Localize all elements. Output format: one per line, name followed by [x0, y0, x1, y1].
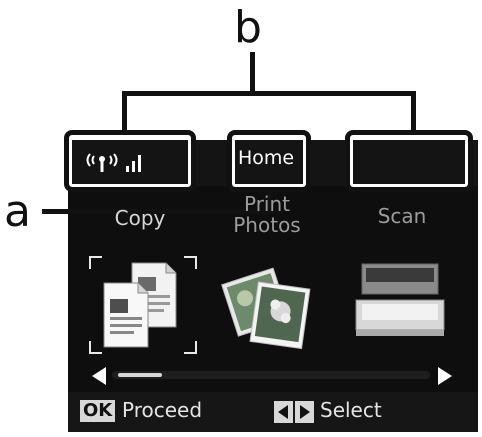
ok-button-badge[interactable]: OK: [80, 400, 116, 422]
select-label: Select: [320, 398, 382, 422]
callout-b-label: b: [234, 2, 262, 53]
scroll-left-arrow-icon[interactable]: [90, 365, 108, 387]
left-right-arrows-icon[interactable]: [274, 401, 314, 423]
proceed-label: Proceed: [122, 398, 203, 422]
callout-a-label: a: [4, 186, 31, 237]
scanner-icon[interactable]: [352, 260, 448, 344]
scroll-thumb[interactable]: [118, 373, 162, 377]
callout-b-right-leg: [411, 91, 416, 131]
mode-label: Home: [238, 147, 295, 169]
menu-item-scan-label[interactable]: Scan: [362, 206, 442, 227]
menu-item-print-photos-label[interactable]: Print Photos: [222, 194, 312, 236]
callout-b-stem: [250, 52, 255, 94]
status-area-highlight: [345, 130, 473, 192]
menu-item-copy-label[interactable]: Copy: [100, 208, 180, 229]
wifi-signal-icon: [86, 153, 141, 172]
callout-b-bar: [122, 91, 416, 96]
callout-b-left-leg: [122, 91, 127, 131]
photos-icon[interactable]: [218, 255, 318, 355]
copy-icon[interactable]: [88, 255, 198, 355]
scroll-right-arrow-icon[interactable]: [436, 365, 454, 387]
